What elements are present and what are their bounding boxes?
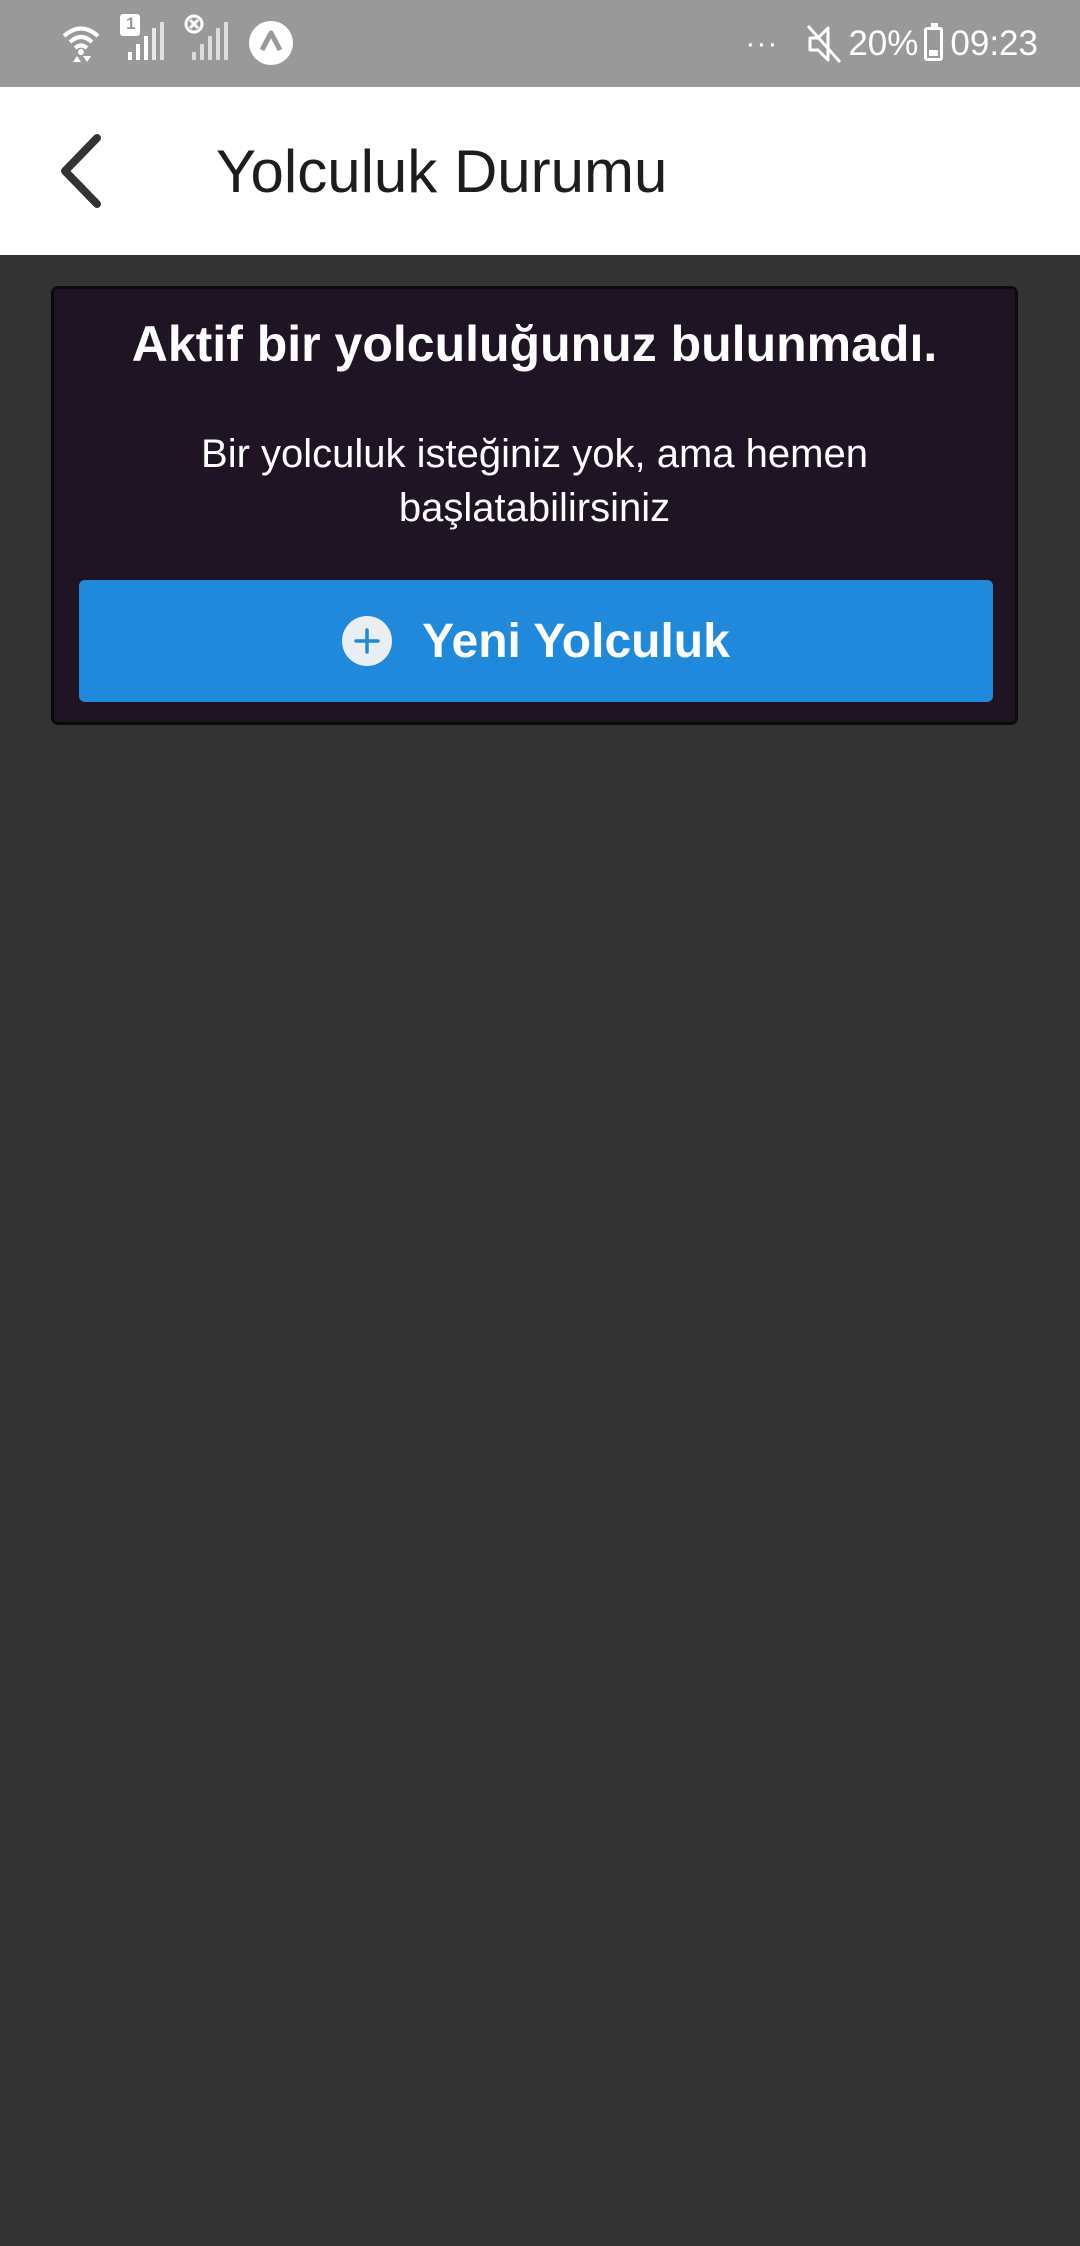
card-message: Bir yolculuk isteğiniz yok, ama hemen ba… bbox=[201, 432, 868, 530]
sim-badge: 1 bbox=[126, 14, 136, 33]
battery-fill bbox=[929, 49, 939, 56]
clock: 09:23 bbox=[950, 23, 1038, 63]
card-title: Aktif bir yolculuğunuz bulunmadı. bbox=[131, 316, 938, 372]
page-title: Yolculuk Durumu bbox=[216, 137, 668, 205]
new-ride-button-label: Yeni Yolculuk bbox=[422, 614, 730, 668]
battery-icon bbox=[924, 22, 944, 61]
plus-circle-icon bbox=[342, 616, 393, 666]
status-icons-right: ··· 20% 09:23 bbox=[745, 0, 1038, 87]
app-notification-icon bbox=[249, 21, 293, 65]
no-active-ride-card: Aktif bir yolculuğunuz bulunmadı. Bir yo… bbox=[51, 286, 1018, 725]
app-header: Yolculuk Durumu bbox=[0, 87, 1080, 255]
signal-sim2-no-service-icon bbox=[184, 14, 228, 60]
chevron-left-icon bbox=[61, 134, 101, 208]
battery-percentage: 20% bbox=[848, 23, 919, 63]
mute-icon bbox=[807, 24, 842, 63]
back-button[interactable] bbox=[36, 123, 126, 219]
overflow-dots: ··· bbox=[745, 26, 779, 60]
new-ride-button[interactable]: Yeni Yolculuk bbox=[79, 580, 993, 702]
wifi-icon bbox=[62, 26, 100, 62]
status-bar: 1 ··· 20% 09:23 bbox=[0, 0, 1080, 87]
